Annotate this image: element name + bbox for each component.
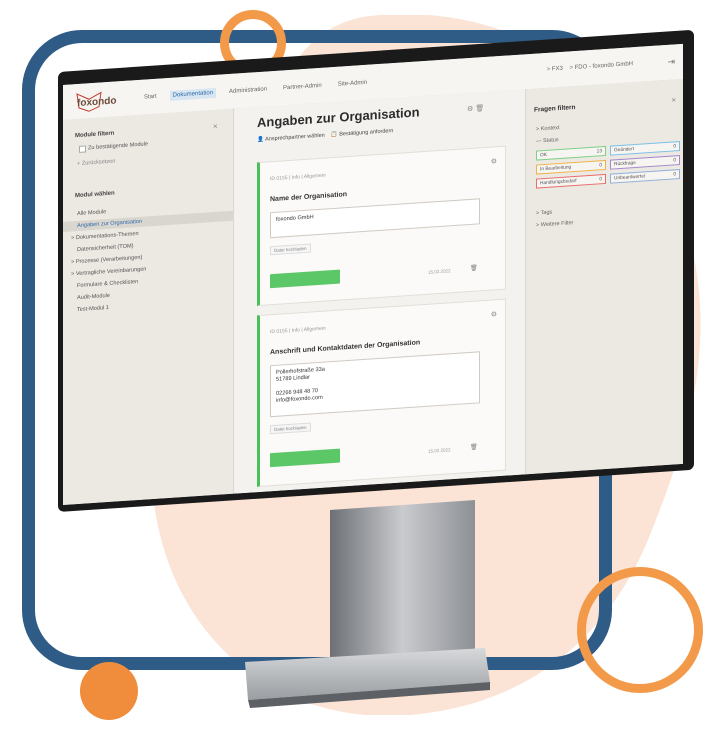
upload-button[interactable]: Datei hochladen — [270, 422, 311, 435]
filter-kontext[interactable]: > Kontext — [536, 125, 559, 133]
nav-start[interactable]: Start — [141, 92, 160, 103]
module-item[interactable]: > Dokumentations-Themen — [71, 231, 139, 241]
status-chip[interactable]: Geändert 0 — [610, 141, 680, 156]
trash-icon[interactable]: 🗑 — [470, 443, 478, 451]
main-panel: Angaben zur Organisation ⚙ 🗑 👤 Ansprechp… — [235, 89, 525, 494]
card-meta: ID 0155 | Info | Allgemein — [270, 172, 326, 183]
module-item[interactable]: Alle Module — [77, 209, 106, 217]
question-label: Name der Organisation — [270, 191, 348, 204]
breadcrumb-org[interactable]: > FDO - foxondo GmbH — [569, 61, 633, 71]
answer-field[interactable]: foxondo GmbH — [270, 198, 480, 239]
module-item[interactable]: Formulare & Checklisten — [77, 279, 138, 289]
module-select-title: Modul wählen — [75, 190, 115, 200]
status-chip-count: 0 — [599, 163, 602, 169]
sidebar: Module filtern × Zu bestätigende Module … — [63, 108, 234, 506]
answer-field[interactable]: Pollerhofstraße 33a 51789 Lindlar 02266 … — [270, 351, 480, 418]
page-title: Angaben zur Organisation — [257, 104, 420, 131]
choose-contact-link[interactable]: Ansprechpartner wählen — [265, 133, 325, 143]
filter-title: Fragen filtern — [534, 103, 576, 114]
contact-icon: 👤 — [257, 136, 264, 144]
card-meta: ID 0155 | Info | Allgemein — [270, 325, 326, 336]
reset-link[interactable]: + Zurücksetzen — [77, 159, 115, 168]
foxondo-logo[interactable]: foxondo — [73, 86, 131, 114]
status-chip-count: 0 — [673, 158, 676, 164]
nav-partner-admin[interactable]: Partner-Admin — [280, 81, 325, 94]
status-chip-label: Geändert — [614, 147, 635, 154]
status-chip-count: 0 — [673, 144, 676, 150]
module-item[interactable]: > Vertragliche Vereinbarungen — [71, 266, 146, 277]
module-item[interactable]: > Prozesse (Verarbeitungen) — [71, 255, 142, 266]
status-chip-label: In Bearbeitung — [540, 165, 572, 173]
screen: foxondo Start Dokumentation Administrati… — [63, 43, 683, 506]
nav-administration[interactable]: Administration — [226, 84, 270, 97]
status-ok-button[interactable] — [270, 448, 340, 468]
question-label: Anschrift und Kontaktdaten der Organisat… — [270, 339, 421, 357]
upload-button[interactable]: Datei hochladen — [270, 243, 311, 256]
module-item[interactable]: Test-Modul 1 — [77, 305, 109, 313]
module-filter-title: Module filtern — [75, 130, 115, 140]
page-actions: 👤 Ansprechpartner wählen 📋 Bestätigung a… — [257, 128, 393, 143]
checkbox-label: Zu bestätigende Module — [88, 141, 149, 152]
clipboard-icon: 📋 — [330, 131, 338, 139]
status-chip[interactable]: Rückfrage 0 — [610, 155, 680, 170]
status-chip[interactable]: In Bearbeitung 0 — [536, 159, 606, 175]
trash-icon[interactable]: 🗑 — [470, 264, 478, 272]
module-item[interactable]: Audit-Module — [77, 293, 110, 301]
breadcrumb-fx3[interactable]: > FX3 — [547, 66, 563, 73]
status-chip-count: 0 — [673, 172, 676, 178]
status-chip-label: Handlungsbedarf — [540, 178, 577, 187]
filter-tags[interactable]: > Tags — [536, 210, 552, 217]
status-chip[interactable]: OK 13 — [536, 145, 606, 161]
status-chip-label: Unbeantwortet — [614, 174, 646, 182]
logout-icon[interactable]: ⇥ — [667, 56, 675, 68]
filter-status[interactable]: — Status — [536, 137, 559, 145]
breadcrumb: > FX3 > FDO - foxondo GmbH — [547, 61, 633, 73]
nav-dokumentation[interactable]: Dokumentation — [169, 87, 217, 101]
status-chip[interactable]: Unbeantwortet 0 — [610, 169, 680, 184]
confirm-modules-checkbox[interactable] — [79, 145, 86, 153]
main-nav: Start Dokumentation Administration Partn… — [141, 78, 370, 103]
status-chip-count: 13 — [596, 149, 602, 155]
nav-site-admin[interactable]: Site-Admin — [335, 78, 370, 90]
module-item[interactable]: Datensicherheit (TOM) — [77, 243, 133, 253]
status-chip-label: OK — [540, 152, 547, 159]
filter-more[interactable]: > Weitere Filter — [536, 220, 573, 228]
card-date: 15.02.2022 — [428, 447, 451, 454]
status-chip-count: 0 — [599, 177, 602, 183]
gear-icon[interactable]: ⚙ — [491, 310, 497, 318]
question-card: ID 0155 | Info | Allgemein ⚙ Anschrift u… — [257, 298, 506, 488]
card-date: 15.02.2022 — [428, 268, 451, 275]
question-card: ID 0155 | Info | Allgemein ⚙ Name der Or… — [257, 145, 506, 307]
status-chip[interactable]: Handlungsbedarf 0 — [536, 173, 606, 189]
status-chip-label: Rückfrage — [614, 160, 636, 168]
status-ok-button[interactable] — [270, 269, 340, 289]
request-confirmation-link[interactable]: Bestätigung anfordern — [339, 128, 393, 138]
settings-icon[interactable]: ⚙ 🗑 — [467, 104, 484, 113]
close-icon[interactable]: × — [671, 95, 676, 104]
close-icon[interactable]: × — [213, 122, 218, 131]
filter-panel: Fragen filtern × > Kontext — Status OK 13… — [525, 78, 683, 475]
gear-icon[interactable]: ⚙ — [491, 157, 497, 165]
